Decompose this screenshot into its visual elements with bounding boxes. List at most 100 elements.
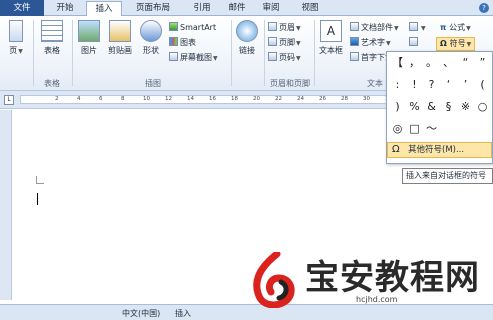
page-number-icon <box>268 52 277 61</box>
ruler-number: 16 <box>209 96 216 102</box>
symbol-cell[interactable]: ， <box>406 55 423 71</box>
symbol-cell[interactable]: ” <box>474 55 491 71</box>
picture-label: 图片 <box>81 46 97 55</box>
header-button[interactable]: 页眉▼ <box>268 22 301 34</box>
more-symbols-label: 其他符号(M)... <box>408 145 465 155</box>
smartart-icon <box>169 22 178 31</box>
smartart-button[interactable]: SmartArt <box>169 22 216 34</box>
wordart-icon <box>350 37 359 46</box>
ruler-number: 6 <box>99 96 103 102</box>
chart-icon <box>169 37 178 46</box>
help-icon[interactable]: ? <box>479 3 489 13</box>
footer-button[interactable]: 页脚▼ <box>268 37 301 49</box>
link-button[interactable]: 链接 <box>235 20 259 56</box>
ruler-number: 12 <box>165 96 172 102</box>
watermark-url: hcjhd.com <box>356 295 398 304</box>
header-icon <box>268 22 277 31</box>
symbol-cell[interactable]: ? <box>423 77 440 93</box>
picture-button[interactable]: 图片 <box>76 20 102 56</box>
link-label: 链接 <box>239 46 255 55</box>
signature-line-icon[interactable]: ▼ <box>409 22 426 34</box>
ruler-number: 8 <box>121 96 125 102</box>
symbol-cell[interactable]: ‘ <box>440 77 457 93</box>
tab-insert[interactable]: 插入 <box>86 1 122 17</box>
equation-button[interactable]: π 公式▼ <box>440 22 471 34</box>
picture-icon <box>78 20 100 42</box>
symbol-cell[interactable]: 【 <box>389 55 406 71</box>
screenshot-label: 屏幕截图 <box>180 53 212 62</box>
group-separator <box>33 20 34 86</box>
ruler-number: 28 <box>341 96 348 102</box>
symbol-cell[interactable]: 、 <box>440 55 457 71</box>
symbol-cell[interactable]: ※ <box>457 99 474 115</box>
tab-references[interactable]: 引用 <box>184 1 220 16</box>
page-number-button[interactable]: 页码▼ <box>268 52 301 64</box>
screenshot-button[interactable]: 屏幕截图▼ <box>169 52 218 64</box>
chart-button[interactable]: 图表 <box>169 37 196 49</box>
page-number-label: 页码 <box>279 53 295 62</box>
group-label-table: 表格 <box>44 79 60 88</box>
tab-view[interactable]: 视图 <box>292 1 328 16</box>
dropcap-icon <box>350 52 359 61</box>
symbol-cell[interactable]: 。 <box>423 55 440 71</box>
symbol-cell[interactable]: □ <box>406 121 423 137</box>
tab-page-layout[interactable]: 页面布局 <box>127 1 179 16</box>
text-cursor <box>37 193 38 205</box>
more-symbols-item[interactable]: Ω 其他符号(M)... <box>387 142 492 158</box>
group-separator <box>72 20 73 86</box>
symbol-cell[interactable]: ! <box>406 77 423 93</box>
symbol-cell[interactable]: ’ <box>457 77 474 93</box>
doc-parts-button[interactable]: 文档部件▼ <box>350 22 399 34</box>
table-button[interactable]: 表格 <box>38 20 66 56</box>
symbol-button[interactable]: Ω 符号▼ <box>436 37 476 51</box>
clipart-label: 剪贴画 <box>108 46 132 55</box>
ribbon-tab-bar: 文件 开始 插入 页面布局 引用 邮件 审阅 视图 ? <box>0 0 493 17</box>
symbol-dropdown: 【，。、 “”:!? ‘’()% & § ※ ○ ◎ □ ～ Ω 其他符号(M)... <box>386 51 493 164</box>
clipart-button[interactable]: 剪贴画 <box>105 20 135 56</box>
symbol-cell[interactable]: “ <box>457 55 474 71</box>
omega-icon: Ω <box>392 144 400 155</box>
ruler-number: 26 <box>319 96 326 102</box>
tab-mailings[interactable]: 邮件 <box>222 1 252 16</box>
ruler-number: 22 <box>275 96 282 102</box>
symbol-cell[interactable]: ○ <box>474 99 491 115</box>
pages-button[interactable]: 页▼ <box>5 20 27 56</box>
group-label-header-footer: 页眉和页脚 <box>270 79 310 88</box>
clipart-icon <box>109 20 131 42</box>
status-insert-mode[interactable]: 插入 <box>175 308 191 319</box>
link-icon <box>236 20 258 42</box>
tab-file[interactable]: 文件 <box>0 0 44 16</box>
symbol-cell[interactable]: ( <box>474 77 491 93</box>
symbol-cell[interactable]: & <box>423 99 440 115</box>
date-time-icon[interactable] <box>409 37 420 49</box>
shapes-label: 形状 <box>143 46 159 55</box>
ruler-number: 20 <box>253 96 260 102</box>
ruler-bar[interactable]: 246810121416182022242628303234 <box>20 95 440 104</box>
chart-label: 图表 <box>180 38 196 47</box>
footer-icon <box>268 37 277 46</box>
status-language[interactable]: 中文(中国) <box>122 308 160 319</box>
symbol-cell[interactable]: ) <box>389 99 406 115</box>
symbol-cell[interactable]: % <box>406 99 423 115</box>
textbox-button[interactable]: A 文本框 <box>317 20 345 56</box>
equation-label: 公式 <box>449 23 466 32</box>
shapes-icon <box>140 20 162 42</box>
footer-label: 页脚 <box>279 38 295 47</box>
symbol-cell[interactable]: ～ <box>423 121 440 137</box>
wordart-button[interactable]: 艺术字▼ <box>350 37 391 49</box>
table-icon <box>41 20 63 42</box>
ruler-number: 4 <box>77 96 81 102</box>
ruler-number: 14 <box>187 96 194 102</box>
tab-selector-icon[interactable]: L <box>4 95 14 105</box>
group-separator <box>314 20 315 86</box>
pi-icon: π <box>440 23 450 32</box>
doc-parts-icon <box>350 22 359 31</box>
pages-label: 页 <box>9 46 18 55</box>
smartart-label: SmartArt <box>180 23 217 32</box>
symbol-cell[interactable]: § <box>440 99 457 115</box>
tab-home[interactable]: 开始 <box>47 1 83 16</box>
symbol-cell[interactable]: : <box>389 77 406 93</box>
shapes-button[interactable]: 形状 <box>138 20 164 56</box>
tab-review[interactable]: 审阅 <box>256 1 286 16</box>
symbol-cell[interactable]: ◎ <box>389 121 406 137</box>
